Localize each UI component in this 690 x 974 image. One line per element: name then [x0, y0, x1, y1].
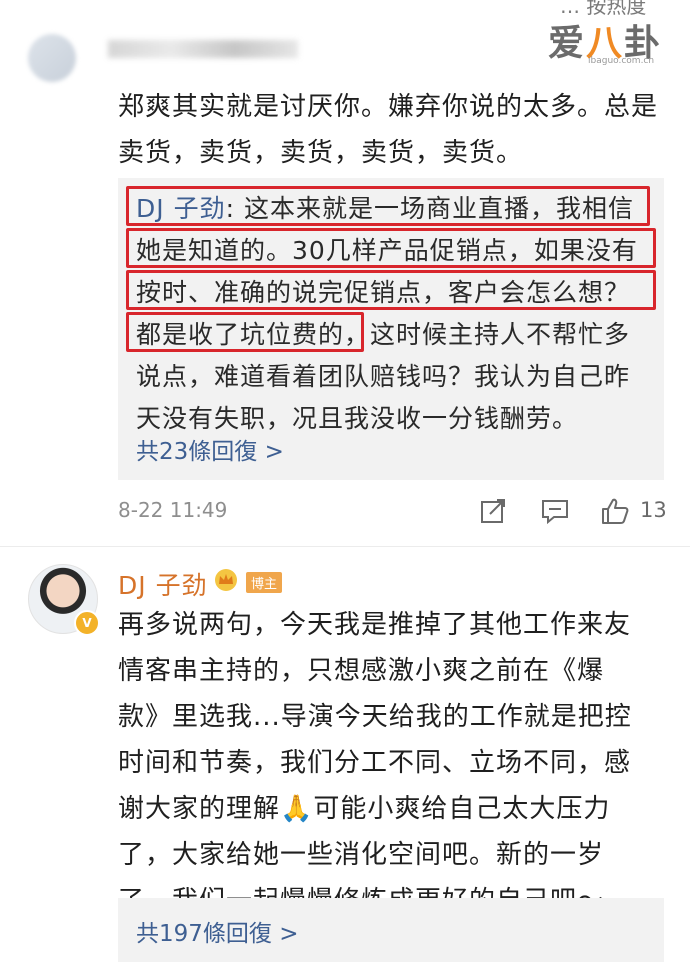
- comment-line: 谢大家的理解🙏可能小爽给自己太大压力: [118, 794, 611, 824]
- reply-line-5: 说点，难道看着团队赔钱吗？我认为自己昨: [136, 362, 631, 391]
- highlight-box: [126, 312, 364, 352]
- view-replies-link[interactable]: 共23條回復 >: [136, 432, 284, 466]
- like-count: 13: [640, 498, 667, 522]
- reply-text-segment: 这时候主持人不帮忙多: [370, 320, 631, 349]
- highlight-box: [126, 270, 656, 310]
- comment-line: 款》里选我...导演今天给我的工作就是把控: [118, 702, 632, 732]
- comment-text: 郑爽其实就是讨厌你。嫌弃你说的太多。总是卖货，卖货，卖货，卖货，卖货。: [118, 92, 659, 168]
- watermark-domain: ibaguo.com.cn: [588, 56, 655, 66]
- comment-author-name[interactable]: DJ 子劲: [118, 566, 208, 602]
- comment-line: 时间和节奏，我们分工不同、立场不同，感: [118, 748, 632, 778]
- comment-text: 再多说两句，今天我是推掉了其他工作来友 情客串主持的，只想感激小爽之前在《爆 款…: [118, 602, 678, 924]
- username-blurred[interactable]: [108, 40, 298, 58]
- comment-line: 了，大家给她一些消化空间吧。新的一岁: [118, 840, 605, 870]
- verified-badge-icon: V: [74, 610, 100, 636]
- owner-badge: 博主: [246, 572, 283, 593]
- comment-line: 再多说两句，今天我是推掉了其他工作来友: [118, 610, 632, 640]
- view-replies-link[interactable]: 共197條回復 >: [136, 914, 298, 948]
- avatar-blurred[interactable]: [28, 34, 76, 82]
- comment-icon[interactable]: [540, 496, 570, 526]
- comment-line: 情客串主持的，只想感激小爽之前在《爆: [118, 656, 605, 686]
- comment-timestamp: 8-22 11:49: [118, 498, 228, 522]
- share-icon[interactable]: [478, 496, 508, 526]
- watermark-char: 爱: [548, 23, 587, 64]
- highlight-box: [126, 228, 656, 268]
- divider: [0, 546, 690, 547]
- thumbs-up-icon[interactable]: [600, 496, 630, 526]
- crown-icon: [215, 569, 237, 591]
- highlight-box: [126, 186, 650, 226]
